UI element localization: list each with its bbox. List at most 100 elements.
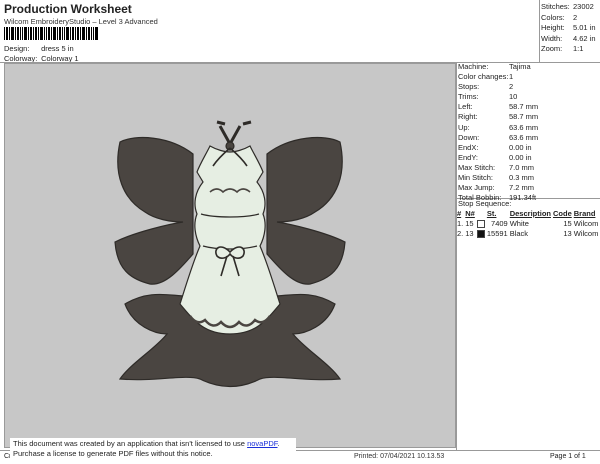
machine-row-label: Max Jump: bbox=[458, 183, 495, 193]
seq-needle: 15 bbox=[465, 218, 474, 228]
machine-row-value: 0.00 in bbox=[509, 142, 532, 152]
machine-row: Down: 63.6 mm bbox=[458, 133, 538, 143]
machine-row: EndY: 0.00 in bbox=[458, 153, 538, 163]
machine-row: Left: 58.7 mm bbox=[458, 102, 538, 112]
seq-swatch bbox=[476, 228, 486, 238]
machine-row-value: 191.34ft bbox=[509, 193, 537, 203]
machine-row-label: Trims: bbox=[458, 92, 479, 102]
page-number: Page 1 of 1 bbox=[550, 453, 586, 460]
machine-row: Right: 58.7 mm bbox=[458, 112, 538, 122]
seq-code: 15 bbox=[563, 218, 572, 228]
machine-row-value: 7.0 mm bbox=[509, 162, 535, 172]
stitches-label: Stitches: bbox=[541, 2, 570, 11]
machine-row-value: 0.3 mm bbox=[509, 173, 535, 183]
zoom-label: Zoom: bbox=[541, 44, 563, 53]
machine-row-label: Machine: bbox=[458, 62, 489, 71]
table-row: 1. 15 7409 White 15 Wilcom bbox=[456, 218, 599, 228]
machine-row-label: EndY: bbox=[458, 152, 479, 162]
machine-row: Min Stitch: 0.3 mm bbox=[458, 173, 538, 183]
seq-needle: 13 bbox=[465, 228, 474, 238]
machine-row-label: Up: bbox=[458, 122, 470, 132]
table-row: 2. 13 15591 Black 13 Wilcom bbox=[456, 228, 599, 238]
machine-row-value: 7.2 mm bbox=[509, 183, 535, 193]
width-value: 4.62 in bbox=[573, 33, 596, 43]
notice-text: This document was created by an applicat… bbox=[13, 439, 248, 448]
summary-panel: Stitches: 23002 Colors: 2 Height: 5.01 in W… bbox=[541, 2, 596, 55]
machine-row: Trims: 10 bbox=[458, 92, 538, 102]
col-stitches: St. bbox=[486, 208, 497, 218]
seq-description: White bbox=[509, 218, 529, 228]
embroidery-design bbox=[114, 120, 346, 388]
seq-brand: Wilcom bbox=[573, 218, 599, 228]
machine-row-value: 0.00 in bbox=[509, 152, 532, 162]
seq-num: 1. bbox=[457, 218, 464, 228]
zoom-value: 1:1 bbox=[573, 44, 584, 53]
col-brand: Brand bbox=[573, 208, 596, 218]
machine-row: EndX: 0.00 in bbox=[458, 143, 538, 153]
design-row: Design: dress 5 in bbox=[4, 44, 74, 53]
machine-row-label: Color changes: bbox=[458, 72, 509, 82]
col-num: # bbox=[457, 208, 462, 218]
left-bow-wing bbox=[114, 136, 194, 285]
page-title: Production Worksheet bbox=[4, 2, 132, 16]
stitches-value: 23002 bbox=[573, 2, 594, 11]
height-label: Height: bbox=[541, 23, 565, 32]
design-label: Design: bbox=[4, 44, 30, 53]
machine-row-value: 1 bbox=[509, 72, 514, 82]
machine-row: Max Stitch: 7.0 mm bbox=[458, 163, 538, 173]
height-value: 5.01 in bbox=[573, 23, 596, 32]
col-description: Description bbox=[509, 208, 551, 218]
machine-row-label: Right: bbox=[458, 112, 478, 122]
machine-row-value: Tajima bbox=[509, 62, 531, 71]
machine-row-value: 10 bbox=[509, 92, 518, 102]
seq-stitches: 7409 bbox=[491, 218, 508, 228]
colors-label: Colors: bbox=[541, 12, 565, 22]
printed-timestamp: Printed: 07/04/2021 10.13.53 bbox=[354, 453, 445, 460]
colors-value: 2 bbox=[573, 12, 578, 22]
stop-sequence-table: # N# St. Description Code Brand 1. 15 7409… bbox=[456, 208, 599, 238]
col-needle: N# bbox=[465, 208, 475, 218]
panel-divider bbox=[456, 62, 457, 450]
width-label: Width: bbox=[541, 33, 563, 43]
seq-num: 2. bbox=[457, 228, 464, 238]
machine-row-value: 63.6 mm bbox=[509, 132, 539, 142]
notice-line-2: Purchase a license to generate PDF files… bbox=[13, 449, 213, 458]
machine-row-label: Left: bbox=[458, 102, 473, 112]
dress-bodice bbox=[179, 145, 281, 335]
col-swatch bbox=[476, 208, 486, 218]
novapdf-link[interactable]: novaPDF bbox=[247, 439, 277, 448]
machine-row-label: Stops: bbox=[458, 82, 480, 92]
machine-row-value: 63.6 mm bbox=[509, 122, 539, 132]
software-subtitle: Wilcom EmbroideryStudio – Level 3 Advanc… bbox=[4, 17, 158, 26]
notice-suffix: . bbox=[277, 439, 280, 448]
machine-row-label: Down: bbox=[458, 132, 480, 142]
machine-row-label: EndX: bbox=[458, 142, 479, 152]
machine-row: Up: 63.6 mm bbox=[458, 123, 538, 133]
machine-row-value: 58.7 mm bbox=[509, 112, 539, 122]
design-preview bbox=[4, 63, 456, 448]
seq-code: 13 bbox=[563, 228, 572, 238]
license-notice: This document was created by an applicat… bbox=[10, 438, 296, 460]
machine-row-value: 2 bbox=[509, 82, 514, 92]
seq-brand: Wilcom bbox=[573, 228, 599, 238]
machine-row: Color changes:1 bbox=[458, 72, 538, 82]
col-code: Code bbox=[552, 208, 572, 218]
design-value: dress 5 in bbox=[41, 44, 74, 53]
right-bow-wing bbox=[266, 136, 346, 285]
notice-line-1: This document was created by an applicat… bbox=[13, 439, 293, 449]
seq-stitches: 15591 bbox=[486, 228, 508, 238]
machine-row-label: Min Stitch: bbox=[458, 173, 494, 183]
machine-row-label: Max Stitch: bbox=[458, 162, 496, 172]
seq-description: Black bbox=[509, 228, 529, 238]
barcode bbox=[4, 27, 98, 40]
machine-row: Stops: 2 bbox=[458, 82, 538, 92]
top-ribbon bbox=[216, 120, 252, 148]
color-swatch bbox=[476, 219, 485, 228]
seq-swatch bbox=[476, 218, 486, 228]
machine-row: Max Jump: 7.2 mm bbox=[458, 183, 538, 193]
color-swatch bbox=[476, 229, 485, 238]
stop-sequence-title: Stop Sequence: bbox=[458, 199, 512, 208]
machine-details: Machine: Tajima Color changes:1 Stops: 2 Trim… bbox=[458, 62, 538, 203]
machine-row: Machine: Tajima bbox=[458, 62, 538, 72]
table-header-row: # N# St. Description Code Brand bbox=[456, 208, 599, 218]
